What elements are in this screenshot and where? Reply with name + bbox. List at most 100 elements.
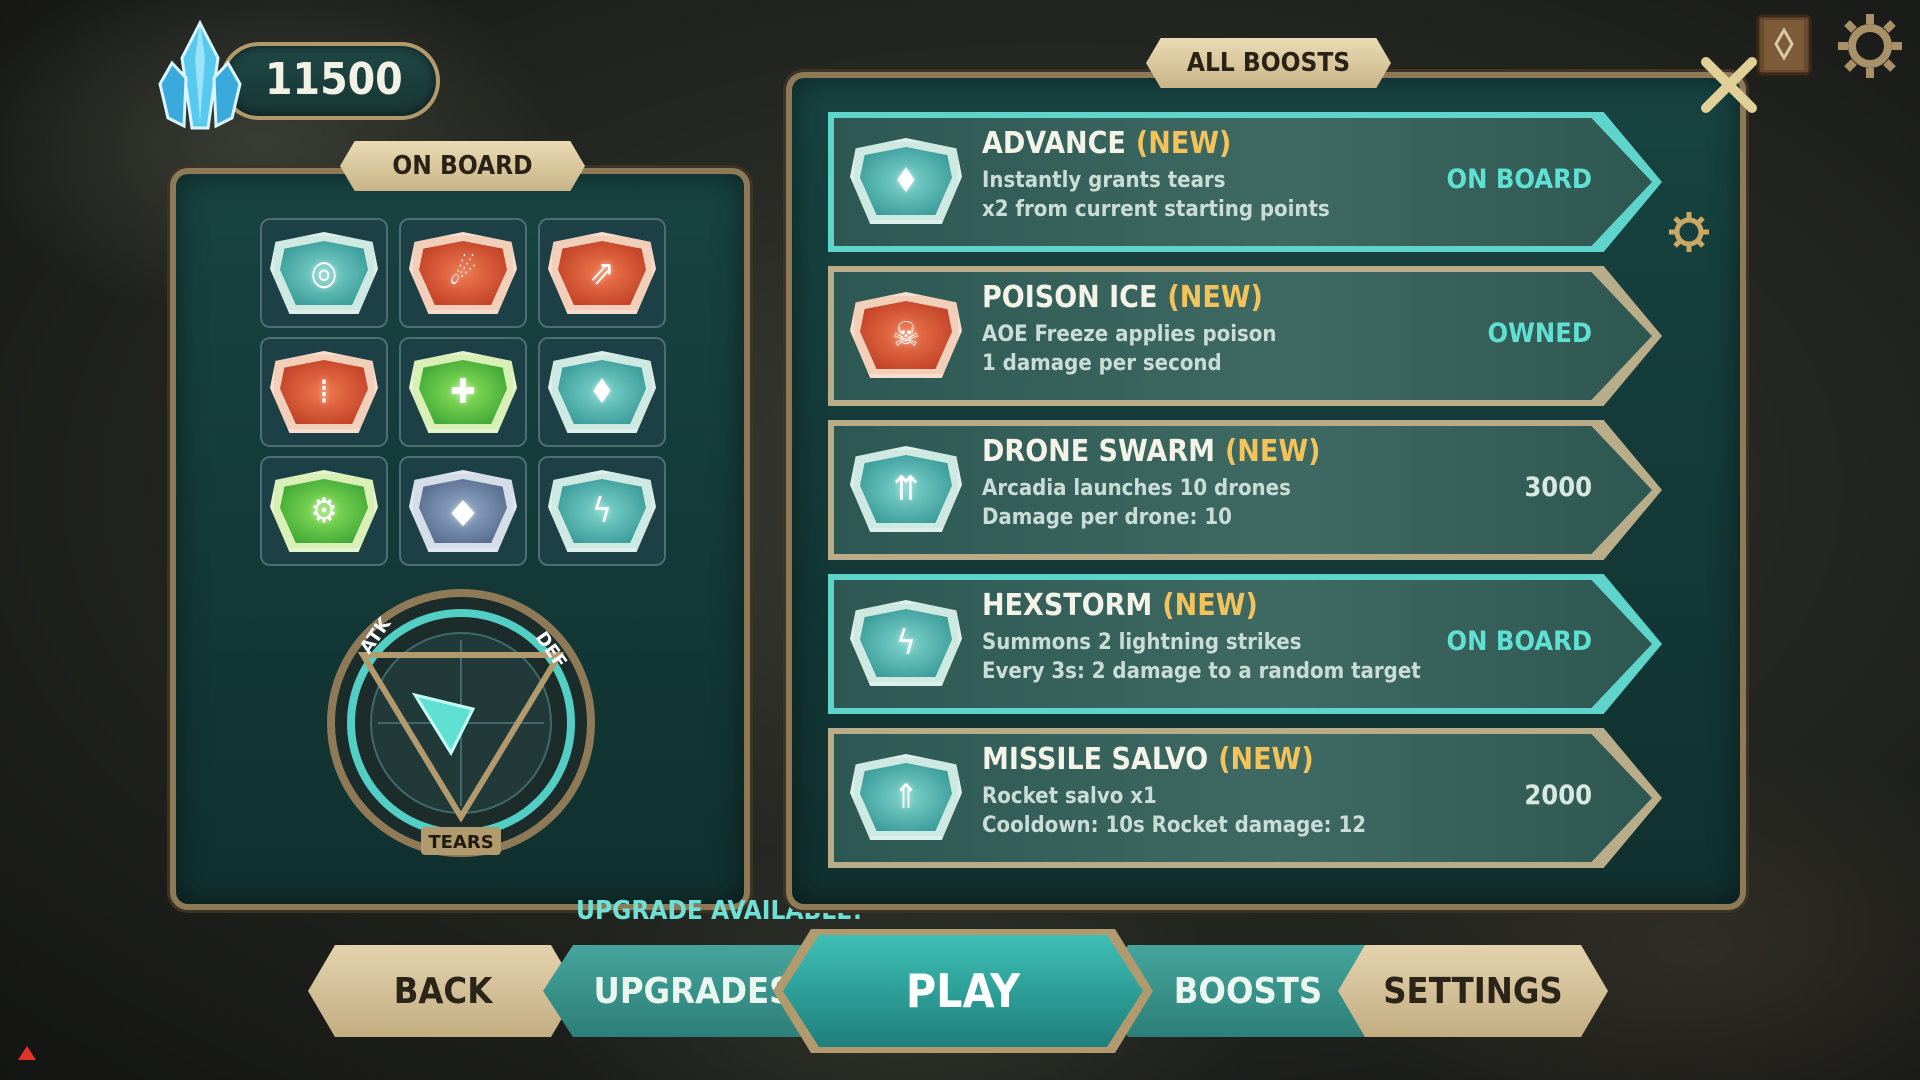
badge-face: ⇑	[860, 763, 952, 831]
drones-icon: ⇈	[850, 446, 962, 532]
boost-status: OWNED	[1487, 318, 1592, 349]
boost-name: DRONE SWARM	[982, 434, 1215, 469]
board-grid: ◎ ☄ ⇗ ⁞ ✚ ♦ ⚙ ◆ ϟ	[260, 218, 666, 568]
badge-glyph: ◆	[451, 491, 475, 531]
repair-cross-icon: ✚	[409, 351, 517, 433]
rocket-icon: ⇗	[548, 232, 656, 314]
settings-button[interactable]: SETTINGS	[1338, 945, 1608, 1037]
boost-description-line-2: Every 3s: 2 damage to a random target	[982, 659, 1421, 684]
board-slot[interactable]: ✚	[399, 337, 527, 447]
badge-glyph: ⇗	[589, 253, 615, 293]
boost-row[interactable]: ⇈ DRONE SWARM (NEW) Arcadia launches 10 dro…	[828, 420, 1662, 560]
badge-glyph: ☄	[449, 253, 477, 293]
boost-row[interactable]: ♦ ADVANCE (NEW) Instantly grants tears x2 fr…	[828, 112, 1662, 252]
badge-face: ◎	[280, 241, 368, 305]
dial-label-tears: TEARS	[428, 832, 493, 853]
badge-glyph: ♦	[588, 372, 616, 412]
badge-face: ♦	[860, 147, 952, 215]
scroll-gear-icon[interactable]	[1667, 210, 1711, 254]
badge-face: ☄	[419, 241, 507, 305]
boost-row[interactable]: ☠ POISON ICE (NEW) AOE Freeze applies poiso…	[828, 266, 1662, 406]
badge-face: ☠	[860, 301, 952, 369]
badge-glyph: ϟ	[591, 491, 613, 531]
boost-description-line-2: x2 from current starting points	[982, 197, 1330, 222]
boost-row[interactable]: ϟ HEXSTORM (NEW) Summons 2 lightning strike…	[828, 574, 1662, 714]
boost-name: HEXSTORM	[982, 588, 1153, 623]
badge-glyph: ◎	[310, 253, 338, 293]
badge-glyph: ☠	[892, 315, 920, 355]
missiles-icon: ⇑	[850, 754, 962, 840]
crystal-icon: ♦	[850, 138, 962, 224]
badge-face: ◆	[419, 479, 507, 543]
play-button[interactable]: PLAY	[783, 935, 1143, 1047]
boost-description-line-2: 1 damage per second	[982, 351, 1222, 376]
currency-display: 11500	[150, 18, 450, 138]
boost-new-tag: (NEW)	[1135, 126, 1232, 161]
boost-name: ADVANCE	[982, 126, 1126, 161]
boost-description-line-1: Rocket salvo x1	[982, 784, 1157, 809]
boost-new-tag: (NEW)	[1218, 742, 1314, 777]
badge-glyph: ⁞	[319, 372, 329, 412]
bullets-icon: ⁞	[270, 351, 378, 433]
crystal-shard-icon: ♦	[548, 351, 656, 433]
boost-title: DRONE SWARM (NEW)	[982, 434, 1320, 469]
badge-face: ϟ	[860, 609, 952, 677]
badge-glyph: ϟ	[895, 623, 917, 663]
board-slot[interactable]: ☄	[399, 218, 527, 328]
close-button[interactable]	[1696, 52, 1762, 118]
board-slot[interactable]: ⁞	[260, 337, 388, 447]
boost-title: POISON ICE (NEW)	[982, 280, 1263, 315]
boost-row[interactable]: ⇑ MISSILE SALVO (NEW) Rocket salvo x1 Cooldo…	[828, 728, 1662, 868]
boost-name: MISSILE SALVO	[982, 742, 1209, 777]
boost-description-line-1: Summons 2 lightning strikes	[982, 630, 1302, 655]
currency-amount: 11500	[265, 54, 403, 105]
boost-description-line-2: Cooldown: 10s Rocket damage: 12	[982, 813, 1367, 838]
crystal-icon	[158, 19, 242, 130]
badge-face: ⇗	[558, 241, 646, 305]
badge-glyph: ✚	[450, 372, 476, 412]
badge-face: ⇈	[860, 455, 952, 523]
board-slot[interactable]: ◆	[399, 456, 527, 566]
boost-description-line-1: AOE Freeze applies poison	[982, 322, 1277, 347]
boost-description-line-2: Damage per drone: 10	[982, 505, 1232, 530]
crystal-cluster-icon: ◆	[409, 470, 517, 552]
boost-new-tag: (NEW)	[1162, 588, 1258, 623]
badge-glyph: ♦	[892, 161, 920, 201]
board-slot[interactable]: ϟ	[538, 456, 666, 566]
badge-glyph: ⇈	[893, 469, 919, 509]
badge-face: ϟ	[558, 479, 646, 543]
all-boosts-title: ALL BOOSTS	[1146, 38, 1391, 88]
badge-face: ✚	[419, 360, 507, 424]
board-slot[interactable]: ◎	[260, 218, 388, 328]
boost-description-line-1: Instantly grants tears	[982, 168, 1226, 193]
burning-ring-icon: ◎	[270, 232, 378, 314]
skull-drop-icon: ☠	[850, 292, 962, 378]
boost-title: HEXSTORM (NEW)	[982, 588, 1258, 623]
boost-title: MISSILE SALVO (NEW)	[982, 742, 1314, 777]
meteor-icon: ☄	[409, 232, 517, 314]
board-slot[interactable]: ⇗	[538, 218, 666, 328]
badge-glyph: ⇑	[893, 777, 919, 817]
boost-title: ADVANCE (NEW)	[982, 126, 1231, 161]
boost-status: 3000	[1524, 472, 1592, 503]
boost-status: ON BOARD	[1446, 164, 1592, 195]
badge-face: ♦	[558, 360, 646, 424]
board-slot[interactable]: ♦	[538, 337, 666, 447]
bottom-nav: BACK UPGRADES BOOSTS SETTINGS PLAY	[308, 929, 1608, 1053]
boost-name: POISON ICE	[982, 280, 1158, 315]
badge-face: ⚙	[280, 479, 368, 543]
badge-face: ⁞	[280, 360, 368, 424]
stat-dial[interactable]: ATK DEF TEARS	[323, 585, 599, 861]
boost-status: ON BOARD	[1446, 626, 1592, 657]
boost-new-tag: (NEW)	[1167, 280, 1263, 315]
lightning-icon: ϟ	[850, 600, 962, 686]
boost-description-line-1: Arcadia launches 10 drones	[982, 476, 1291, 501]
boost-status: 2000	[1524, 780, 1592, 811]
gear-icon[interactable]	[1836, 12, 1904, 80]
board-slot[interactable]: ⚙	[260, 456, 388, 566]
badge-glyph: ⚙	[310, 491, 338, 531]
on-board-title: ON BOARD	[340, 141, 585, 191]
back-button[interactable]: BACK	[308, 945, 578, 1037]
warning-indicator-icon	[18, 1046, 36, 1060]
gear-wrench-icon: ⚙	[270, 470, 378, 552]
